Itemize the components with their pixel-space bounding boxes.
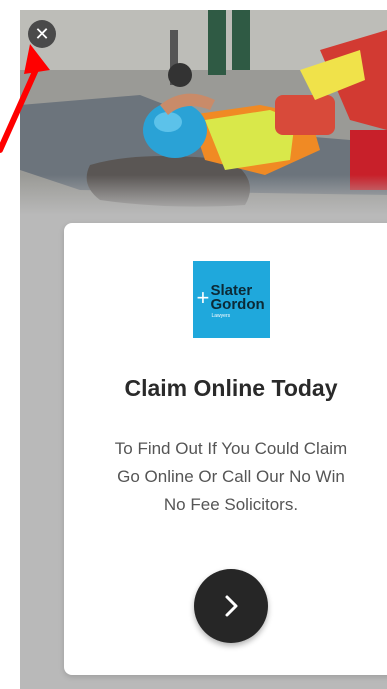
close-button[interactable]: ✕ bbox=[28, 20, 56, 48]
chevron-right-icon bbox=[225, 595, 238, 617]
ad-frame: + Slater Gordon Lawyers Claim Online Tod… bbox=[20, 10, 387, 689]
logo-text-gordon: Gordon bbox=[210, 295, 265, 313]
body-line-2: Go Online Or Call Our No Win bbox=[117, 467, 345, 486]
logo-inner: + Slater Gordon Lawyers bbox=[197, 275, 267, 325]
plus-icon: + bbox=[196, 284, 210, 310]
hero-fade bbox=[20, 175, 387, 215]
slater-gordon-logo[interactable]: + Slater Gordon Lawyers bbox=[193, 261, 270, 338]
next-button[interactable] bbox=[194, 569, 268, 643]
logo-text-lawyers: Lawyers bbox=[211, 312, 231, 319]
ad-card[interactable]: + Slater Gordon Lawyers Claim Online Tod… bbox=[64, 223, 387, 675]
body-line-3: No Fee Solicitors. bbox=[163, 495, 299, 514]
close-icon: ✕ bbox=[34, 24, 50, 44]
body-line-1: To Find Out If You Could Claim bbox=[114, 439, 348, 458]
body-text: To Find Out If You Could Claim Go Online… bbox=[86, 435, 376, 519]
headline: Claim Online Today bbox=[124, 375, 338, 401]
hero-image[interactable] bbox=[20, 10, 387, 215]
